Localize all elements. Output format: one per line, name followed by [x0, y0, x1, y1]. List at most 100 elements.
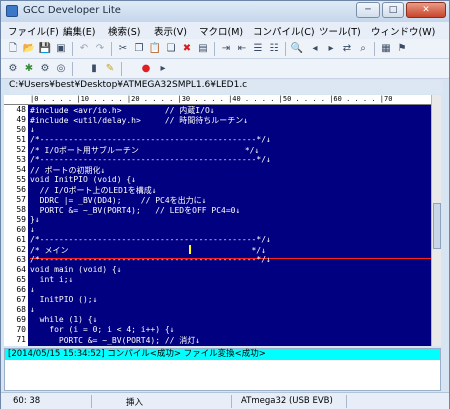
- line-number: 54: [16, 165, 26, 174]
- menu-bar: ファイル(F) 編集(E) 検索(S) 表示(V) マクロ(M) コンパイル(C…: [1, 22, 449, 39]
- output-pane[interactable]: [2014/05/15 15:34:52] コンパイル<成功> ファイル変換<成…: [4, 348, 441, 391]
- settings-icon[interactable]: ⚙: [6, 62, 20, 76]
- line-number: 50: [16, 125, 26, 134]
- bookmark-icon[interactable]: ⚑: [395, 42, 409, 56]
- cursor-position: 60: 38: [13, 396, 41, 406]
- code-line: ↓: [30, 285, 35, 294]
- menu-macro[interactable]: マクロ(M): [199, 24, 243, 38]
- line-number: 57: [16, 195, 26, 204]
- build-icon[interactable]: ⚙: [38, 62, 52, 76]
- code-line: /*--------------------------------------…: [30, 135, 271, 144]
- line-number: 55: [16, 175, 26, 184]
- line-number: 62: [16, 245, 26, 254]
- code-line: ↓: [30, 305, 35, 314]
- insert-mode: 挿入: [126, 398, 144, 408]
- chip-icon[interactable]: ▮: [87, 62, 101, 76]
- line-number: 63: [16, 255, 26, 264]
- build-toolbar: ⚙ ✱ ⚙ ◎ ▮ ✎ ● ▸: [1, 59, 449, 79]
- paste-icon[interactable]: 📋: [148, 42, 162, 56]
- paste-special-icon[interactable]: ❏: [164, 42, 178, 56]
- code-line: InitPIO ();↓: [30, 295, 98, 304]
- status-bar: 60: 38 挿入 ATmega32 (USB EVB): [1, 392, 449, 409]
- select-all-icon[interactable]: ▤: [196, 42, 210, 56]
- code-editor[interactable]: |0 . . . . |10 . . . . |20 . . . . |30 .…: [4, 95, 441, 346]
- ruler-text: |0 . . . . |10 . . . . |20 . . . . |30 .…: [30, 95, 393, 103]
- code-line: #include <util/delay.h> // 時間待ちルーチン↓: [30, 116, 249, 125]
- code-line: /*--------------------------------------…: [30, 255, 271, 264]
- main-toolbar: 🗋 📂 💾 ▣ ↶ ↷ ✂ ❐ 📋 ❏ ✖ ▤ ⇥ ⇤ ☰ ☷ 🔍 ◂ ▸ ⇄ …: [1, 39, 449, 59]
- line-number: 71: [16, 335, 26, 344]
- app-icon: [6, 5, 18, 17]
- line-number: 60: [16, 225, 26, 234]
- line-number: 49: [16, 115, 26, 124]
- copy-icon[interactable]: ❐: [132, 42, 146, 56]
- line-number: 51: [16, 135, 26, 144]
- find-prev-icon[interactable]: ◂: [308, 42, 322, 56]
- line-number: 58: [16, 205, 26, 214]
- menu-window[interactable]: ウィンドウ(W): [371, 24, 435, 38]
- close-button[interactable]: ✕: [406, 2, 446, 18]
- menu-file[interactable]: ファイル(F): [8, 24, 59, 38]
- compile-icon[interactable]: ✱: [22, 62, 36, 76]
- cut-icon[interactable]: ✂: [116, 42, 130, 56]
- write-icon[interactable]: ✎: [103, 62, 117, 76]
- column-ruler: |0 . . . . |10 . . . . |20 . . . . |30 .…: [4, 95, 441, 105]
- output-message: [2014/05/15 15:34:52] コンパイル<成功> ファイル変換<成…: [5, 349, 440, 360]
- delete-icon[interactable]: ✖: [180, 42, 194, 56]
- window-title: GCC Developer Lite: [23, 5, 121, 16]
- new-file-icon[interactable]: 🗋: [6, 42, 20, 56]
- line-number: 56: [16, 185, 26, 194]
- replace-icon[interactable]: ⇄: [340, 42, 354, 56]
- jump-icon[interactable]: ▦: [379, 42, 393, 56]
- title-bar: GCC Developer Lite ─ □ ✕: [1, 1, 449, 22]
- grep-icon[interactable]: ⌕: [356, 42, 370, 56]
- code-area[interactable]: #include <avr/io.h> // 内蔵I/O↓ #include <u…: [30, 105, 441, 346]
- line-number: 53: [16, 155, 26, 164]
- scroll-thumb[interactable]: [433, 203, 441, 249]
- line-number: 70: [16, 325, 26, 334]
- line-number: 69: [16, 315, 26, 324]
- menu-tools[interactable]: ツール(T): [319, 24, 361, 38]
- find-next-icon[interactable]: ▸: [324, 42, 338, 56]
- line-number-gutter: 48 49 50 51 52 53 54 55 56 57 58 59 60 61 62 63 64 65 66 67…: [4, 105, 28, 346]
- find-icon[interactable]: 🔍: [290, 42, 304, 56]
- redo-icon[interactable]: ↷: [93, 42, 107, 56]
- line-number: 67: [16, 295, 26, 304]
- menu-search[interactable]: 検索(S): [108, 24, 140, 38]
- code-line: while (1) {↓: [30, 315, 98, 324]
- menu-view[interactable]: 表示(V): [154, 24, 187, 38]
- vertical-scrollbar[interactable]: [431, 95, 441, 346]
- save-icon[interactable]: 💾: [38, 42, 52, 56]
- indent-icon[interactable]: ⇥: [219, 42, 233, 56]
- comment-icon[interactable]: ☰: [251, 42, 265, 56]
- line-number: 66: [16, 285, 26, 294]
- target-icon[interactable]: ◎: [54, 62, 68, 76]
- save-all-icon[interactable]: ▣: [54, 42, 68, 56]
- line-number: 59: [16, 215, 26, 224]
- code-line: PORTC &= ~_BV(PORT4); // LEDをOFF PC4=0↓: [30, 206, 241, 215]
- code-line: /*--------------------------------------…: [30, 235, 271, 244]
- line-number: 68: [16, 305, 26, 314]
- menu-compile[interactable]: コンパイル(C): [253, 24, 315, 38]
- run-icon[interactable]: ●: [139, 62, 153, 76]
- target-device: ATmega32 (USB EVB): [241, 396, 333, 406]
- code-line: void main (void) {↓: [30, 265, 122, 274]
- run-options-icon[interactable]: ▸: [156, 62, 170, 76]
- outdent-icon[interactable]: ⇤: [235, 42, 249, 56]
- code-line: int i;↓: [30, 275, 74, 284]
- line-number: 52: [16, 145, 26, 154]
- undo-icon[interactable]: ↶: [77, 42, 91, 56]
- app-window: GCC Developer Lite ─ □ ✕ ファイル(F) 編集(E) 検…: [0, 0, 450, 409]
- code-line: }↓: [30, 215, 40, 224]
- line-number: 65: [16, 275, 26, 284]
- minimize-button[interactable]: ─: [356, 2, 380, 18]
- code-line: ↓: [30, 225, 35, 234]
- file-path-tab[interactable]: C:¥Users¥best¥Desktop¥ATMEGA32SMPL1.6¥LE…: [9, 80, 443, 94]
- uncomment-icon[interactable]: ☷: [267, 42, 281, 56]
- menu-edit[interactable]: 編集(E): [63, 24, 95, 38]
- maximize-button[interactable]: □: [382, 2, 404, 18]
- line-number: 61: [16, 235, 26, 244]
- code-line: void InitPIO (void) {↓: [30, 175, 136, 184]
- open-folder-icon[interactable]: 📂: [22, 42, 36, 56]
- code-line: /*--------------------------------------…: [30, 155, 271, 164]
